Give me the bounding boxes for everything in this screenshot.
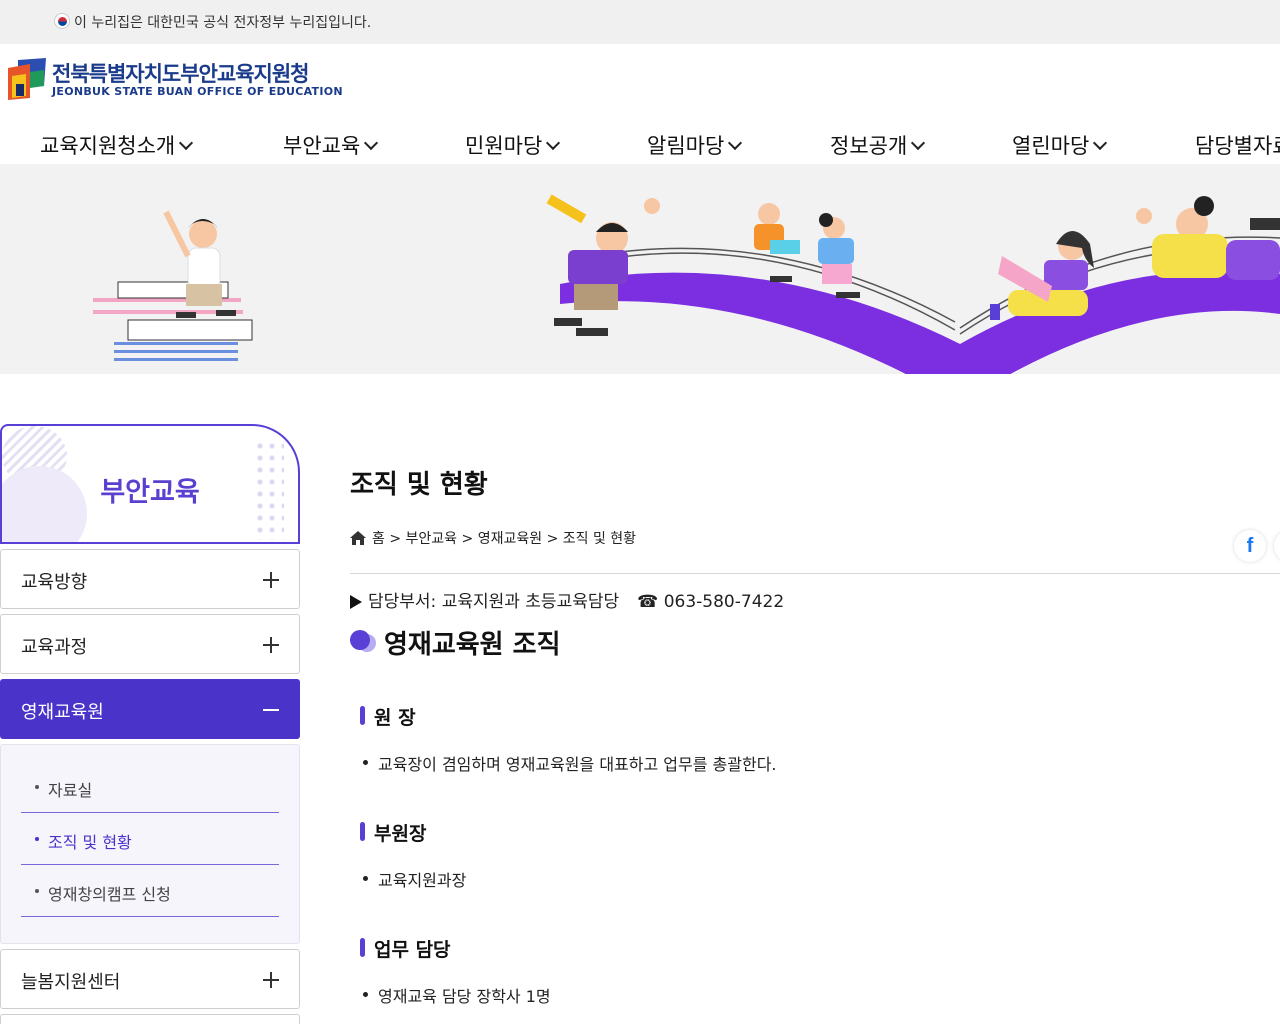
department-info: 담당부서: 교육지원과 초등교육담당 ☎ 063-580-7422 bbox=[350, 587, 784, 612]
gnb-item-notice[interactable]: 알림마당 bbox=[647, 130, 743, 160]
submenu-item-archive[interactable]: 자료실 bbox=[21, 761, 279, 813]
department-label: 담당부서: 교육지원과 초등교육담당 bbox=[368, 592, 620, 612]
facebook-icon: f bbox=[1246, 535, 1254, 557]
sidebar-title: 부안교육 bbox=[100, 477, 200, 508]
list-item: 교육장이 겸임하며 영재교육원을 대표하고 업무를 총괄한다. bbox=[362, 751, 777, 775]
list-item: 영재교육 담당 장학사 1명 bbox=[362, 983, 551, 1007]
breadcrumb-item[interactable]: 부안교육 bbox=[406, 531, 458, 547]
content-divider bbox=[350, 573, 1280, 574]
sidebar-item-next[interactable] bbox=[0, 1014, 300, 1024]
breadcrumb-separator: > bbox=[461, 531, 474, 547]
sidebar-item-label: 교육방향 bbox=[21, 572, 88, 593]
gov-banner: 이 누리집은 대한민국 공식 전자정부 누리집입니다. bbox=[0, 0, 1280, 44]
gnb-item-label: 정보공개 bbox=[830, 134, 908, 158]
sidebar-item-care-center[interactable]: 늘봄지원센터 bbox=[0, 949, 300, 1009]
breadcrumb-item[interactable]: 영재교육원 bbox=[478, 531, 542, 547]
logo-english-name: JEONBUK STATE BUAN OFFICE OF EDUCATION bbox=[52, 85, 343, 98]
submenu-item-organization[interactable]: 조직 및 현황 bbox=[21, 813, 279, 865]
gnb-item-label: 교육지원청소개 bbox=[40, 134, 176, 158]
korea-flag-icon bbox=[54, 13, 70, 29]
department-phone: ☎ 063-580-7422 bbox=[637, 592, 785, 612]
chevron-down-icon bbox=[728, 135, 743, 151]
gnb-item-buan-education[interactable]: 부안교육 bbox=[283, 130, 379, 160]
triangle-icon bbox=[350, 595, 362, 609]
gnb-item-civil[interactable]: 민원마당 bbox=[465, 130, 561, 160]
subsection-heading-director: 원 장 bbox=[360, 703, 416, 730]
plus-icon bbox=[263, 572, 279, 588]
gnb-item-intro[interactable]: 교육지원청소개 bbox=[40, 130, 194, 160]
plus-icon bbox=[263, 637, 279, 653]
sidebar-item-label: 교육과정 bbox=[21, 637, 88, 658]
gnb-item-info[interactable]: 정보공개 bbox=[830, 130, 926, 160]
logo-mark-icon bbox=[8, 58, 46, 100]
page-title: 조직 및 현황 bbox=[350, 470, 488, 500]
breadcrumb-current: 조직 및 현황 bbox=[562, 531, 637, 547]
gnb-item-open[interactable]: 열린마당 bbox=[1012, 130, 1108, 160]
gnb-item-resources[interactable]: 담당별자료 bbox=[1195, 130, 1280, 160]
breadcrumb-separator: > bbox=[389, 531, 402, 547]
sidebar-item-label: 늘봄지원센터 bbox=[21, 972, 121, 993]
home-icon[interactable] bbox=[350, 531, 366, 545]
subsection-heading-staff: 업무 담당 bbox=[360, 935, 451, 962]
sidebar-item-curriculum[interactable]: 교육과정 bbox=[0, 614, 300, 674]
minus-icon bbox=[263, 709, 279, 711]
sidebar-submenu: 자료실 조직 및 현황 영재창의캠프 신청 bbox=[0, 744, 300, 944]
section-bullet-icon bbox=[350, 630, 378, 652]
gnb-item-label: 부안교육 bbox=[283, 134, 361, 158]
share-button[interactable] bbox=[1274, 530, 1280, 562]
submenu-item-label: 조직 및 현황 bbox=[48, 833, 132, 852]
sidebar-item-label: 영재교육원 bbox=[21, 702, 104, 723]
submenu-item-label: 자료실 bbox=[48, 781, 93, 800]
submenu-item-label: 영재창의캠프 신청 bbox=[48, 885, 171, 904]
main-navigation: 교육지원청소개 부안교육 민원마당 알림마당 정보공개 열린마당 담당별자료 bbox=[0, 118, 1280, 164]
chevron-down-icon bbox=[179, 135, 194, 151]
chevron-down-icon bbox=[911, 135, 926, 151]
submenu-item-camp-application[interactable]: 영재창의캠프 신청 bbox=[21, 865, 279, 917]
bullet-icon bbox=[35, 837, 39, 841]
sidebar-header: 부안교육 bbox=[0, 424, 300, 544]
chevron-down-icon bbox=[1093, 135, 1108, 151]
sidebar-item-education-direction[interactable]: 교육방향 bbox=[0, 549, 300, 609]
list-item: 교육지원과장 bbox=[362, 867, 466, 891]
gnb-item-label: 담당별자료 bbox=[1195, 134, 1280, 158]
hero-illustration bbox=[93, 194, 1280, 374]
facebook-share-button[interactable]: f bbox=[1234, 530, 1266, 562]
logo-korean-name: 전북특별자치도부안교육지원청 bbox=[52, 62, 309, 86]
bullet-icon bbox=[35, 785, 39, 789]
subsection-heading-vice-director: 부원장 bbox=[360, 819, 426, 846]
breadcrumb-home[interactable]: 홈 bbox=[372, 531, 385, 547]
gov-banner-text: 이 누리집은 대한민국 공식 전자정부 누리집입니다. bbox=[74, 15, 372, 31]
plus-icon bbox=[263, 972, 279, 988]
gnb-item-label: 알림마당 bbox=[647, 134, 725, 158]
hero-banner bbox=[0, 164, 1280, 374]
breadcrumb-separator: > bbox=[546, 531, 559, 547]
gnb-item-label: 민원마당 bbox=[465, 134, 543, 158]
gnb-item-label: 열린마당 bbox=[1012, 134, 1090, 158]
chevron-down-icon bbox=[364, 135, 379, 151]
section-title-text: 영재교육원 조직 bbox=[384, 630, 561, 660]
breadcrumb: 홈 > 부안교육 > 영재교육원 > 조직 및 현황 bbox=[350, 528, 636, 548]
site-logo[interactable]: 전북특별자치도부안교육지원청 JEONBUK STATE BUAN OFFICE… bbox=[8, 58, 343, 104]
chevron-down-icon bbox=[546, 135, 561, 151]
sidebar-item-gifted-education[interactable]: 영재교육원 bbox=[0, 679, 300, 739]
section-title: 영재교육원 조직 bbox=[350, 624, 561, 661]
bullet-icon bbox=[35, 889, 39, 893]
